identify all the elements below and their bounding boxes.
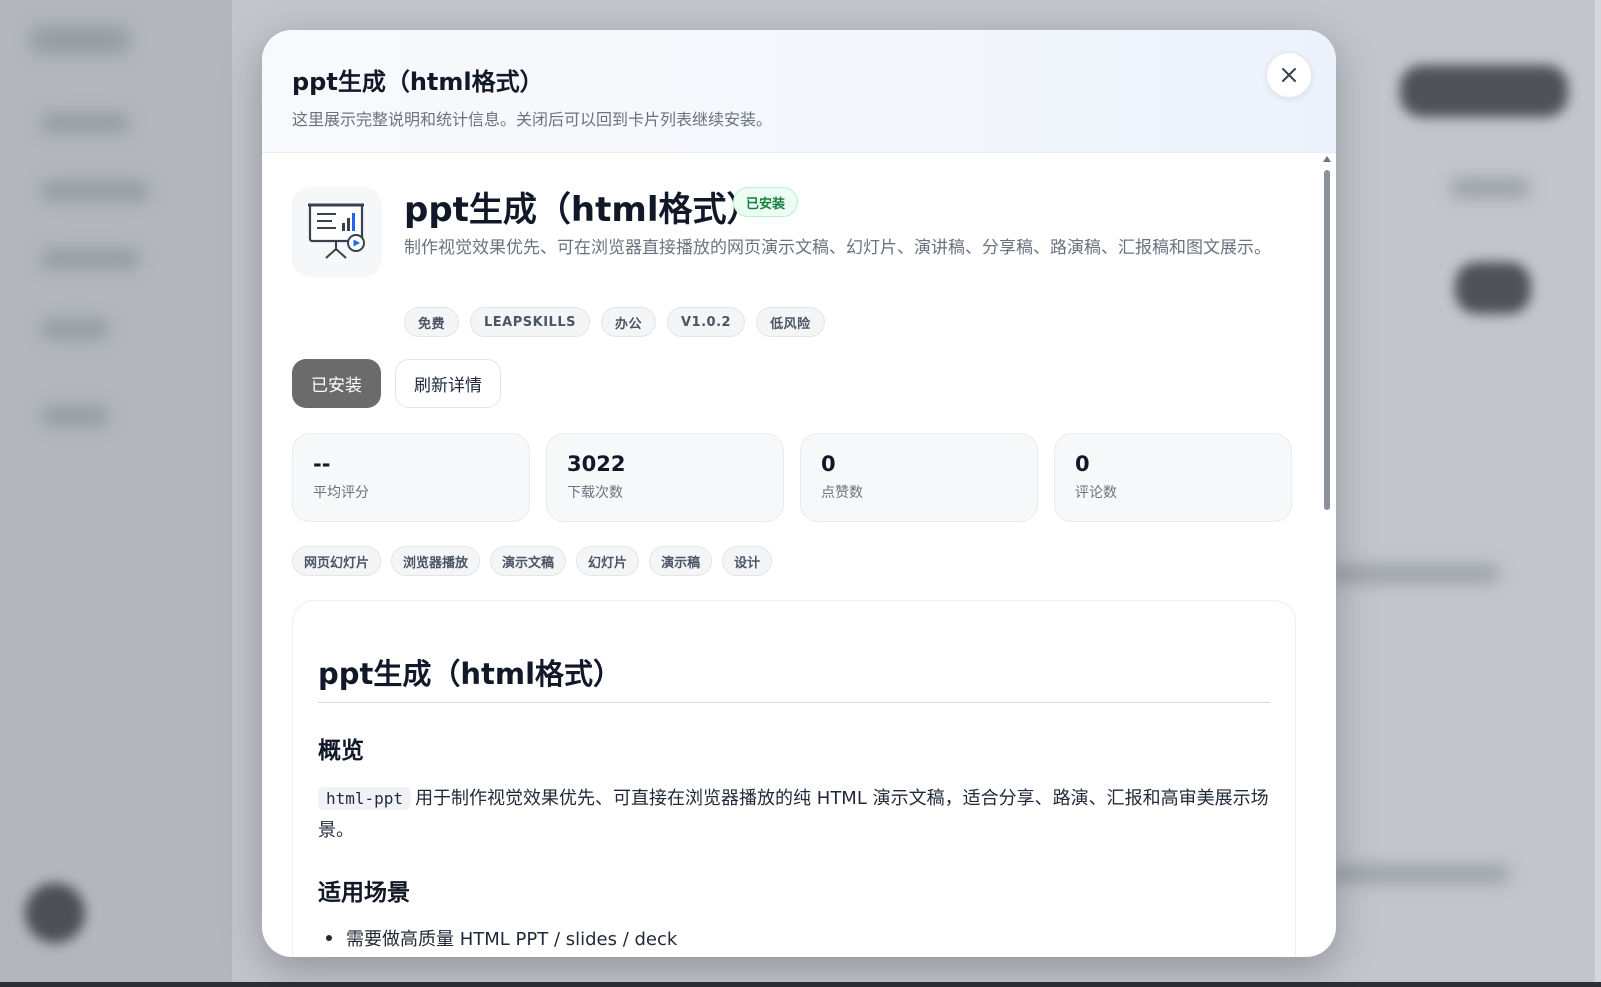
installed-button[interactable]: 已安装 — [292, 359, 381, 408]
stat-value: 3022 — [567, 452, 626, 476]
overview-text: 用于制作视觉效果优先、可直接在浏览器播放的纯 HTML 演示文稿，适合分享、路演… — [318, 788, 1269, 841]
keyword-tag: 幻灯片 — [576, 546, 640, 576]
background-button — [1455, 262, 1531, 314]
tag-category: 办公 — [600, 307, 656, 337]
stat-card-rating: -- 平均评分 — [292, 433, 530, 522]
list-item: 需要做高质量 HTML PPT / slides / deck — [318, 925, 677, 951]
stats-row: -- 平均评分 3022 下载次数 0 点赞数 0 评论数 — [292, 433, 1292, 522]
modal-body[interactable]: ppt生成（html格式） 已安装 制作视觉效果优先、可在浏览器直接播放的网页演… — [262, 154, 1336, 957]
readme-panel: ppt生成（html格式） 概览 html-ppt 用于制作视觉效果优先、可直接在… — [292, 600, 1296, 957]
close-icon — [1282, 68, 1296, 82]
inline-code: html-ppt — [318, 787, 412, 810]
background-nav-item — [40, 248, 140, 270]
skill-icon-box — [292, 187, 382, 277]
keyword-tag: 浏览器播放 — [391, 546, 481, 576]
skill-name: ppt生成（html格式） — [404, 190, 761, 230]
presentation-board-icon — [308, 203, 365, 259]
scroll-up-arrow-icon[interactable] — [1323, 156, 1331, 162]
stat-value: 0 — [1075, 452, 1090, 476]
keyword-tag: 演示文稿 — [490, 546, 567, 576]
skill-tags: 免费 LEAPSKILLS 办公 V1.0.2 低风险 — [404, 307, 825, 337]
list-item-text: 需要做高质量 HTML PPT / slides / deck — [346, 929, 678, 950]
stat-card-downloads: 3022 下载次数 — [546, 433, 784, 522]
background-logo — [30, 25, 130, 55]
stat-value: 0 — [821, 452, 836, 476]
scrollbar[interactable] — [1322, 156, 1332, 951]
scrollbar-thumb[interactable] — [1324, 170, 1330, 510]
tag-risk: 低风险 — [756, 307, 825, 337]
tag-publisher: LEAPSKILLS — [470, 307, 590, 337]
stat-label: 平均评分 — [313, 485, 369, 501]
readme-scenarios-heading: 适用场景 — [318, 880, 410, 906]
readme-overview-heading: 概览 — [318, 738, 364, 764]
skill-description: 制作视觉效果优先、可在浏览器直接播放的网页演示文稿、幻灯片、演讲稿、分享稿、路演… — [404, 238, 1271, 258]
stat-label: 点赞数 — [821, 485, 863, 501]
tag-version: V1.0.2 — [667, 307, 746, 337]
stat-card-likes: 0 点赞数 — [800, 433, 1038, 522]
keyword-tag: 设计 — [722, 546, 773, 576]
stat-label: 评论数 — [1075, 485, 1117, 501]
modal-header: ppt生成（html格式） 这里展示完整说明和统计信息。关闭后可以回到卡片列表继… — [262, 30, 1336, 153]
background-text — [1450, 178, 1530, 198]
bullet-icon — [326, 935, 332, 941]
readme-overview-paragraph: html-ppt 用于制作视觉效果优先、可直接在浏览器播放的纯 HTML 演示文稿… — [318, 783, 1273, 847]
background-edge — [1595, 0, 1601, 987]
stat-card-comments: 0 评论数 — [1054, 433, 1292, 522]
modal-title: ppt生成（html格式） — [292, 68, 544, 96]
background-primary-button — [1400, 65, 1568, 117]
background-nav-item — [40, 318, 110, 340]
stat-value: -- — [313, 452, 331, 476]
background-nav-item — [40, 112, 130, 134]
background-nav-item — [40, 180, 150, 202]
keyword-tag: 网页幻灯片 — [292, 546, 382, 576]
refresh-details-button[interactable]: 刷新详情 — [395, 359, 501, 408]
modal-subtitle: 这里展示完整说明和统计信息。关闭后可以回到卡片列表继续安装。 — [292, 110, 773, 129]
installed-status-badge: 已安装 — [733, 187, 799, 217]
skill-detail-modal: ppt生成（html格式） 这里展示完整说明和统计信息。关闭后可以回到卡片列表继… — [262, 30, 1336, 957]
background-text — [1330, 865, 1510, 883]
background-sidebar — [0, 0, 232, 987]
background-taskbar — [0, 982, 1601, 987]
stat-label: 下载次数 — [567, 485, 623, 501]
close-button[interactable] — [1266, 52, 1312, 98]
keyword-tags: 网页幻灯片 浏览器播放 演示文稿 幻灯片 演示稿 设计 — [292, 546, 773, 576]
background-nav-item — [40, 405, 110, 427]
readme-title: ppt生成（html格式） — [318, 657, 623, 691]
keyword-tag: 演示稿 — [649, 546, 713, 576]
tag-price: 免费 — [404, 307, 460, 337]
background-avatar — [25, 883, 85, 943]
background-text — [1330, 565, 1500, 583]
readme-divider — [318, 702, 1270, 703]
